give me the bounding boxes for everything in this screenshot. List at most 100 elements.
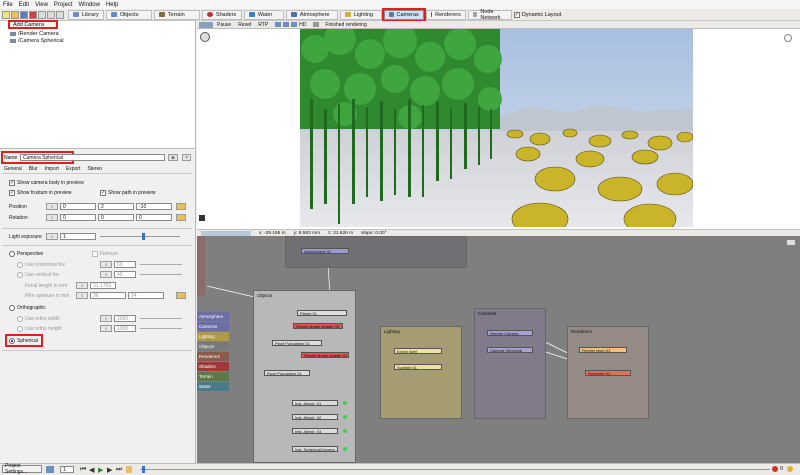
tab-node-network[interactable]: Node Network	[467, 9, 512, 21]
viewport-icon[interactable]	[291, 22, 298, 27]
node-render-camera[interactable]: Render Camera	[487, 330, 533, 336]
viewport-mode-icon[interactable]	[199, 21, 213, 28]
node-renderer[interactable]: Renderer 01	[585, 370, 631, 376]
tab-general[interactable]: General	[4, 166, 22, 172]
node-rock-population[interactable]: Rock Population 01	[264, 370, 310, 376]
ortho-h-slider[interactable]	[140, 328, 182, 329]
frame-field[interactable]: 1	[60, 466, 74, 473]
spherical-radio[interactable]	[9, 338, 15, 344]
node-sunlight[interactable]: Sunlight 01	[394, 364, 442, 370]
timeline-icon[interactable]	[46, 466, 54, 473]
save-as-icon[interactable]	[29, 10, 37, 19]
focal-field[interactable]: 31.1769	[90, 282, 116, 289]
legend-renderers[interactable]: Renderers	[197, 352, 229, 361]
position-spin-icon[interactable]: ↕	[46, 203, 58, 210]
focal-spin-icon[interactable]: ↕	[76, 282, 88, 289]
rotation-y-field[interactable]: 0	[98, 214, 134, 221]
tab-cameras[interactable]: Cameras	[381, 7, 426, 22]
show-frustum-checkbox[interactable]: ✓	[9, 190, 15, 196]
settings-icon[interactable]	[56, 10, 64, 19]
legend-water[interactable]: Water	[197, 382, 229, 391]
hd-button[interactable]: HD	[299, 22, 306, 28]
keyframe-icon[interactable]	[126, 466, 132, 473]
rtp-button[interactable]: RTP	[258, 22, 268, 28]
film-spin-icon[interactable]: ↕	[76, 292, 88, 299]
legend-terrain[interactable]: Terrain	[197, 372, 229, 381]
node-atmosphere[interactable]: Atmosphere 01	[301, 248, 349, 254]
tab-objects[interactable]: Objects	[105, 9, 152, 20]
legend-atmosphere[interactable]: Atmosphere	[197, 312, 229, 321]
group-lighting[interactable]: Lighting	[380, 326, 462, 419]
fast-forward-icon[interactable]: ⏭	[116, 466, 122, 474]
rotation-spin-icon[interactable]: ↕	[46, 214, 58, 221]
position-x-field[interactable]: 0	[60, 203, 96, 210]
viewport-icon[interactable]	[283, 22, 290, 27]
exposure-spin-icon[interactable]: ↕	[46, 233, 58, 240]
menu-project[interactable]: Project	[54, 2, 73, 8]
lock-icon[interactable]	[176, 203, 186, 210]
vfov-field[interactable]: 40	[114, 271, 136, 278]
legend-objects[interactable]: Objects	[197, 342, 229, 351]
rotation-x-field[interactable]: 0	[60, 214, 96, 221]
tab-renderers[interactable]: Renderers	[425, 9, 466, 20]
show-body-checkbox[interactable]: ✓	[9, 180, 15, 186]
project-settings-button[interactable]: Project Settings...	[2, 463, 42, 475]
menu-edit[interactable]: Edit	[19, 2, 29, 8]
tree-item-render-camera[interactable]: /Render Camera	[10, 30, 59, 37]
tab-shaders[interactable]: Shaders	[201, 9, 242, 20]
timeline-track[interactable]	[140, 469, 770, 470]
gear-icon[interactable]	[784, 34, 792, 42]
step-forward-icon[interactable]: ▶	[107, 466, 112, 474]
use-vfov-radio[interactable]	[17, 272, 23, 278]
orthographic-radio[interactable]	[9, 305, 15, 311]
help-icon[interactable]: ?	[182, 154, 191, 161]
menu-view[interactable]: View	[35, 2, 48, 8]
vfov-spin-icon[interactable]: ↕	[100, 271, 112, 278]
node-simple-shape-1[interactable]: Simple shape shader 03	[293, 323, 343, 329]
tab-blur[interactable]: Blur	[29, 166, 38, 172]
node-simple-shape-2[interactable]: Simple shape shader 01	[301, 352, 349, 358]
ortho-h-spin-icon[interactable]: ↕	[100, 325, 112, 332]
legend-cameras[interactable]: Cameras	[197, 322, 229, 331]
tab-import[interactable]: Import	[45, 166, 59, 172]
vfov-slider[interactable]	[140, 274, 182, 275]
tab-terrain[interactable]: Terrain	[153, 9, 200, 20]
legend-lighting[interactable]: Lighting	[197, 332, 229, 341]
step-back-icon[interactable]: ◀	[89, 466, 94, 474]
hfov-field[interactable]: 60	[114, 261, 136, 268]
lock-icon[interactable]	[176, 292, 186, 299]
film-width-field[interactable]: 36	[90, 292, 126, 299]
tab-export[interactable]: Export	[66, 166, 80, 172]
node-network[interactable]: Atmosphere Cameras Lighting Objects Rend…	[197, 236, 800, 463]
dynamic-layout-toggle[interactable]: ✓ Dynamic Layout	[513, 11, 561, 18]
light-exposure-field[interactable]: 1	[60, 233, 96, 240]
rotation-z-field[interactable]: 0	[136, 214, 172, 221]
compass-icon[interactable]	[200, 32, 210, 42]
rewind-icon[interactable]: ⏮	[80, 466, 86, 474]
ortho-height-field[interactable]: 1000	[114, 325, 136, 332]
tree-item-camera-spherical[interactable]: /Camera Spherical	[10, 37, 64, 44]
node-render-layer[interactable]: Render layer 01	[579, 347, 627, 353]
node-icon[interactable]: ⊕	[168, 154, 178, 161]
position-y-field[interactable]: 2	[98, 203, 134, 210]
undo-icon[interactable]	[38, 10, 46, 19]
menu-file[interactable]: File	[3, 2, 13, 8]
timeline-playhead[interactable]	[142, 466, 145, 473]
film-height-field[interactable]: 24	[128, 292, 164, 299]
node-plant-population[interactable]: Plant Population 01	[272, 340, 322, 346]
use-hfov-radio[interactable]	[17, 262, 23, 268]
enabled-indicator[interactable]	[343, 401, 347, 405]
network-menu-icon[interactable]	[787, 240, 795, 245]
tab-library[interactable]: Library	[68, 9, 104, 20]
save-icon[interactable]	[20, 10, 28, 19]
node-instance-2[interactable]: Inst. Almsb_02	[292, 414, 338, 420]
enabled-indicator[interactable]	[343, 429, 347, 433]
exposure-slider-track[interactable]	[100, 236, 180, 237]
new-icon[interactable]	[2, 10, 10, 19]
error-icon[interactable]	[772, 466, 778, 472]
name-field[interactable]: Camera Spherical	[20, 154, 165, 161]
node-camera-spherical[interactable]: Camera Spherical	[487, 347, 533, 353]
tab-stereo[interactable]: Stereo	[87, 166, 102, 172]
view-tools-icon[interactable]	[201, 230, 251, 236]
tab-water[interactable]: Water	[243, 9, 284, 20]
